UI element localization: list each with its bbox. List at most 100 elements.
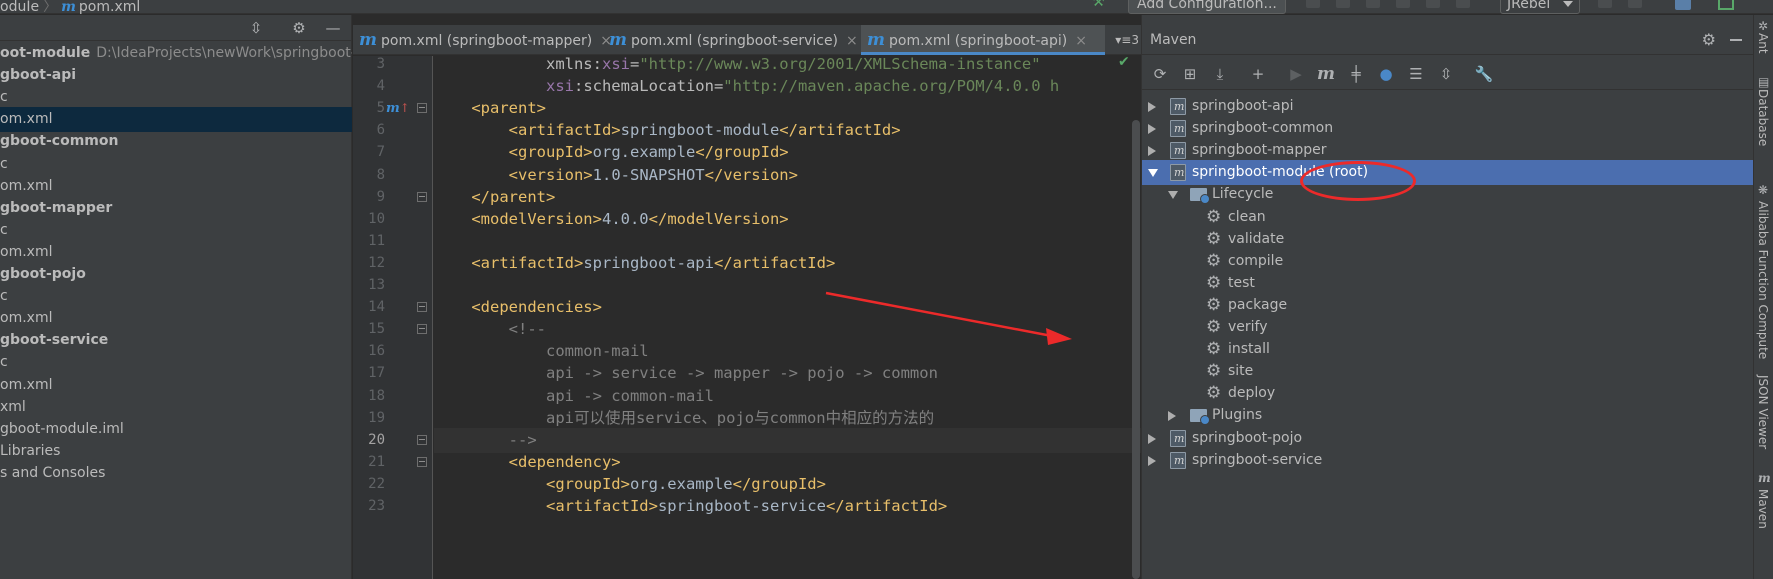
tab-pom-mapper[interactable]: m pom.xml (springboot-mapper) ×: [353, 25, 612, 55]
project-tree-label: om.xml: [0, 243, 53, 260]
close-icon[interactable]: ×: [1075, 33, 1087, 49]
fold-marker-icon[interactable]: [417, 191, 427, 202]
breadcrumb-module[interactable]: oduIe: [0, 0, 39, 15]
tool-json-viewer[interactable]: JSON Viewer: [1756, 375, 1770, 449]
code-token: =: [629, 56, 640, 73]
project-tree-row[interactable]: s and Consoles: [0, 461, 352, 486]
code-token: org.example: [592, 143, 696, 162]
build-hammer-icon[interactable]: ⚒: [1092, 0, 1110, 10]
checkmark-icon: ✔: [1118, 54, 1130, 70]
chevron-down-icon[interactable]: [1148, 169, 1158, 178]
wrench-icon[interactable]: 🔧: [1474, 64, 1494, 84]
code-token: 4.0.0: [601, 209, 649, 228]
tool-ant[interactable]: Ant: [1756, 33, 1770, 54]
maven-module-icon: [1170, 426, 1186, 451]
tabs-more-button[interactable]: ▾≡3: [1115, 25, 1139, 55]
minimize-icon[interactable]: —: [324, 19, 342, 37]
editor-scrollbar[interactable]: [1132, 120, 1140, 579]
chevron-right-icon[interactable]: [1148, 102, 1156, 112]
run-icon[interactable]: ▶: [1286, 64, 1306, 84]
chevron-down-icon: [1563, 1, 1573, 7]
tool-alibaba-function-compute[interactable]: Alibaba Function Compute: [1756, 201, 1770, 359]
main-toolbar: oduIe 〉 m pom.xml ⚒ Add Configuration... JR…: [0, 0, 1773, 16]
download-icon[interactable]: ⤓: [1210, 64, 1230, 84]
jrebel-update-icon[interactable]: [1598, 0, 1612, 8]
stop-icon[interactable]: [1628, 0, 1642, 8]
collapse-all-icon[interactable]: ⇳: [247, 19, 265, 37]
ant-icon[interactable]: ✲: [1758, 19, 1770, 33]
tool-maven[interactable]: Maven: [1756, 489, 1770, 529]
maven-strip-icon[interactable]: m: [1758, 471, 1771, 485]
editor-area: m pom.xml (springboot-mapper) × m pom.xml (…: [353, 15, 1141, 579]
skip-tests-icon[interactable]: ●: [1376, 64, 1396, 84]
maven-file-icon: m: [61, 0, 76, 15]
maven-tree-row[interactable]: springboot-service: [1142, 448, 1754, 473]
code-token: xsi: [545, 77, 574, 96]
breadcrumb-file[interactable]: pom.xml: [79, 0, 140, 15]
add-configuration-button[interactable]: Add Configuration...: [1128, 0, 1286, 14]
jrebel-dropdown[interactable]: JRebel: [1500, 0, 1580, 14]
fold-marker-icon[interactable]: [417, 302, 427, 313]
execute-goal-icon[interactable]: m: [1316, 64, 1336, 84]
maven-file-icon: m: [867, 30, 885, 50]
chevron-right-icon[interactable]: [1148, 124, 1156, 135]
chevron-down-icon[interactable]: [1168, 191, 1178, 200]
reload-icon[interactable]: ⟳: [1150, 64, 1170, 84]
fold-marker-icon[interactable]: [417, 434, 427, 445]
run-icon[interactable]: [1306, 0, 1320, 8]
add-icon[interactable]: +: [1248, 64, 1268, 84]
tool-database[interactable]: Database: [1756, 89, 1770, 146]
database-icon[interactable]: ▤: [1758, 75, 1770, 89]
chevron-right-icon[interactable]: [1168, 411, 1176, 422]
fold-marker-icon[interactable]: [417, 103, 427, 114]
breadcrumb: oduIe 〉 m pom.xml: [0, 0, 140, 16]
fold-marker-icon[interactable]: [417, 324, 427, 335]
collapse-all-icon[interactable]: ⇳: [1436, 64, 1456, 84]
code-token: <artifactId>: [508, 121, 621, 140]
close-icon[interactable]: ×: [846, 33, 858, 49]
code-token: :schemaLocation=: [573, 77, 724, 96]
profile-icon[interactable]: [1396, 0, 1410, 8]
navigate-parent-icon[interactable]: m↑: [386, 96, 410, 121]
tab-pom-api[interactable]: m pom.xml (springboot-api) ×: [861, 25, 1105, 55]
jrebel-run-icon[interactable]: [1426, 0, 1440, 8]
project-structure-icon[interactable]: [1675, 0, 1691, 10]
project-toolbar: ⇳ ⚙ —: [0, 15, 352, 41]
jrebel-debug-icon[interactable]: [1456, 0, 1470, 8]
code-token: 1.0-SNAPSHOT: [592, 165, 705, 184]
show-dependencies-icon[interactable]: ☰: [1406, 64, 1426, 84]
code-token: xsi: [601, 56, 630, 73]
code-view[interactable]: xmlns:xsi="http://www.w3.org/2001/XMLSch…: [434, 56, 1141, 579]
generate-sources-icon[interactable]: ⊞: [1180, 64, 1200, 84]
jrebel-label: JRebel: [1507, 0, 1551, 12]
tab-pom-service[interactable]: m pom.xml (springboot-service) ×: [603, 25, 859, 55]
maven-module-icon: [1170, 160, 1186, 185]
minimize-icon[interactable]: [1730, 39, 1742, 41]
code-token: <dependency>: [508, 452, 621, 471]
gear-icon[interactable]: ⚙: [1702, 30, 1716, 49]
debug-icon[interactable]: [1336, 0, 1350, 8]
function-compute-icon[interactable]: ❋: [1758, 183, 1770, 197]
gear-icon[interactable]: ⚙: [290, 19, 308, 37]
toggle-offline-icon[interactable]: ╪: [1346, 64, 1366, 84]
code-token: <version>: [508, 165, 593, 184]
chevron-right-icon[interactable]: [1148, 455, 1156, 466]
fold-marker-icon[interactable]: [417, 456, 427, 467]
maven-toolbar: ⟳ ⊞ ⤓ + ▶ m ╪ ● ☰ ⇳ 🔧: [1142, 56, 1754, 90]
maven-file-icon: m: [359, 30, 377, 50]
code-token: </groupId>: [732, 474, 826, 493]
folder-gear-icon: [1190, 188, 1210, 205]
maven-tool-window: Maven ⚙ ⟳ ⊞ ⤓ + ▶ m ╪ ● ☰ ⇳ 🔧 springboot…: [1141, 15, 1754, 579]
project-tree-label: om.xml: [0, 111, 53, 128]
chevron-right-icon[interactable]: [1148, 433, 1156, 444]
chevron-right-icon[interactable]: [1148, 146, 1156, 157]
code-token: </parent>: [471, 187, 556, 206]
code-token: </modelVersion>: [648, 209, 789, 228]
run-anything-icon[interactable]: [1718, 0, 1734, 10]
coverage-icon[interactable]: [1366, 0, 1380, 8]
